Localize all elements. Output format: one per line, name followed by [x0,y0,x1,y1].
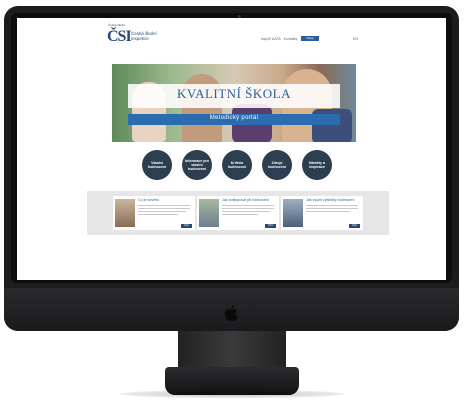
stand-shadow [120,390,344,398]
card-text-line [222,205,274,206]
cards-section: Co je nového Více Jak postupovat při hod… [87,191,389,235]
monitor-stand [178,331,286,371]
login-button[interactable]: Vstup [301,36,319,41]
card-more-button[interactable]: Více [181,224,192,228]
logo-line-2: inspekce [131,36,149,41]
logo-csi[interactable]: ČSI [107,28,132,46]
language-switch[interactable]: EN [353,37,358,41]
circle-zdroje[interactable]: Zdroje hodnocení [262,150,292,180]
card-text-line [138,214,178,215]
news-card[interactable]: Co je nového Více [113,196,195,230]
card-text-line [138,208,190,209]
monitor: Česká školní ČSI Česká školní inspekce I… [4,6,459,331]
news-card[interactable]: Jak využít výsledky hodnocení Více [281,196,363,230]
circle-namety[interactable]: Náměty a inspirace [302,150,332,180]
card-thumbnail [283,199,303,227]
card-text-line [138,211,186,212]
apple-logo-icon [224,305,238,321]
screen: Česká školní ČSI Česká školní inspekce I… [17,18,446,280]
card-title[interactable]: Jak postupovat při hodnocení [222,198,269,202]
card-more-button[interactable]: Více [265,224,276,228]
card-thumbnail [115,199,135,227]
header-link[interactable]: InspIS DATA · Kontakty [261,37,297,41]
logo-tagline: Česká školní [108,23,126,27]
card-text-line [222,208,274,209]
card-more-button[interactable]: Více [349,224,360,228]
card-text-line [222,211,270,212]
website: Česká školní ČSI Česká školní inspekce I… [17,18,446,280]
card-title[interactable]: Jak využít výsledky hodnocení [306,198,355,202]
card-text-line [306,205,358,206]
screen-bezel: Česká školní ČSI Česká školní inspekce I… [11,13,452,283]
card-text-line [222,214,258,215]
card-text-line [306,208,358,209]
circle-kriteria[interactable]: Kritéria hodnocení [222,150,252,180]
circle-vlastni-hodnoceni[interactable]: Vlastní hodnocení [142,150,172,180]
logo-text: Česká školní inspekce [131,31,157,41]
circle-informace[interactable]: Informace pro vlastní hodnocení [182,150,212,180]
hero-subtitle: Metodický portál [209,115,259,121]
card-title[interactable]: Co je nového [138,198,159,202]
hero-title: KVALITNÍ ŠKOLA [176,86,291,101]
card-text-line [306,211,350,212]
card-text-line [138,205,190,206]
category-circles: Vlastní hodnocení Informace pro vlastní … [142,150,332,180]
card-thumbnail [199,199,219,227]
news-card[interactable]: Jak postupovat při hodnocení Více [197,196,279,230]
site-header: Česká školní ČSI Česká školní inspekce I… [107,23,367,48]
hero-banner: KVALITNÍ ŠKOLA Metodický portál [112,64,356,142]
